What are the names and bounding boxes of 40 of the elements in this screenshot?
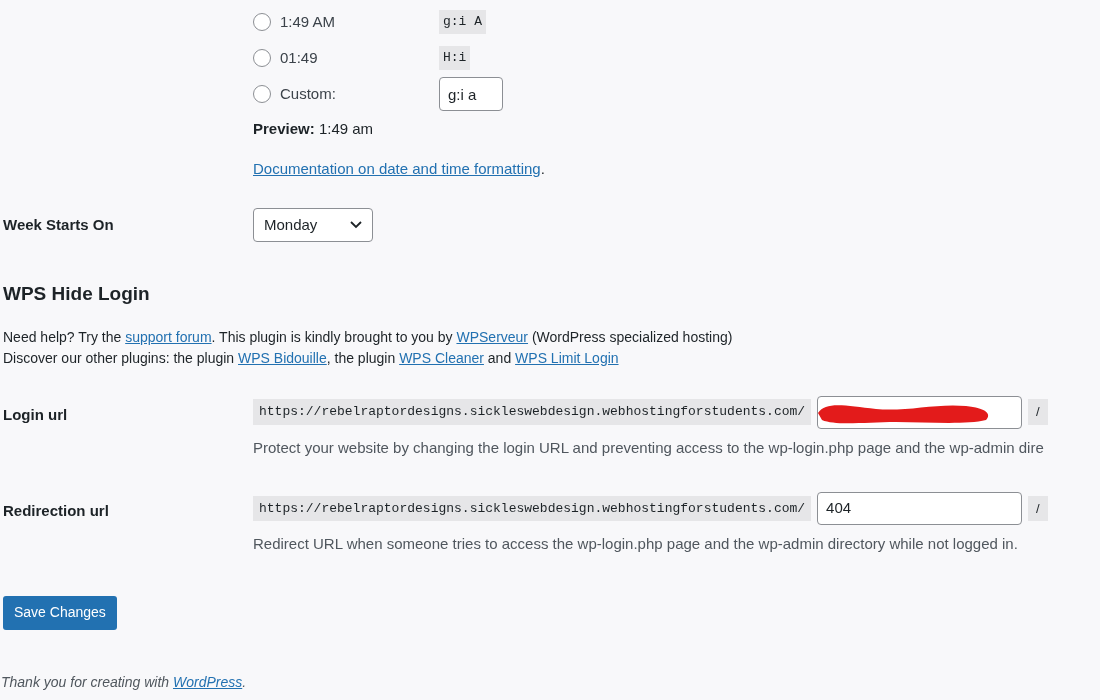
format-code: H:i (439, 46, 471, 70)
help-text: Discover our other plugins: the plugin (3, 349, 236, 366)
preview-text: Preview: 1:49 am (253, 119, 375, 139)
punctuation: . (540, 159, 545, 177)
option-label: 01:49 (280, 47, 319, 68)
help-text: Need help? Try the (3, 328, 123, 345)
chevron-down-icon (350, 221, 362, 229)
field-label: Login url (3, 404, 69, 425)
plugin-link[interactable]: WPS Cleaner (399, 349, 484, 366)
plugin-link[interactable]: WPS Bidouille (238, 349, 327, 366)
url-suffix: / (1028, 495, 1048, 522)
slug-field[interactable]: 404 (817, 492, 1023, 525)
slug-field[interactable] (817, 395, 1023, 429)
help-text: . This plugin is kindly brought to you by (211, 328, 454, 345)
url-suffix: / (1028, 399, 1048, 425)
field-label: Week Starts On (3, 214, 115, 235)
custom-format-field[interactable]: g:i a (439, 77, 503, 111)
punctuation: . (242, 674, 247, 690)
field-label: Redirection url (3, 501, 110, 521)
radio-button[interactable] (253, 85, 271, 103)
help-text: , the plugin (326, 349, 397, 366)
field-description: Protect your website by changing the login URL and preventing access to the wp-login.php page and the wp-admin dire (253, 437, 1045, 458)
url-prefix: https://rebelraptordesigns.sickleswebdesign.webhostingforstudents.com/ (253, 399, 812, 425)
section-heading: WPS Hide Login (2, 282, 151, 306)
help-text: (WordPress specialized hosting) (530, 328, 733, 345)
footer-text: Thank you for creating with (1, 674, 171, 690)
field-description: Redirect URL when someone tries to access the wp-login.php page and the wp-admin directory while not logged in. (253, 534, 1019, 554)
plugin-link[interactable]: WPS Limit Login (515, 349, 619, 366)
save-changes-button[interactable]: Save Changes (3, 595, 117, 630)
week-start-select[interactable]: Monday (253, 208, 373, 242)
format-code: g:i A (439, 10, 486, 34)
url-prefix: https://rebelraptordesigns.sickleswebdesign.webhostingforstudents.com/ (253, 495, 812, 522)
option-label: Custom: (280, 83, 337, 104)
radio-button[interactable] (253, 13, 271, 31)
plugin-link[interactable]: WPServeur (456, 328, 529, 345)
radio-button[interactable] (253, 49, 271, 67)
help-text: and (486, 349, 513, 366)
option-label: 1:49 AM (280, 11, 337, 32)
documentation-link[interactable]: Documentation on date and time formatting (253, 159, 541, 177)
plugin-link[interactable]: support forum (125, 328, 212, 345)
